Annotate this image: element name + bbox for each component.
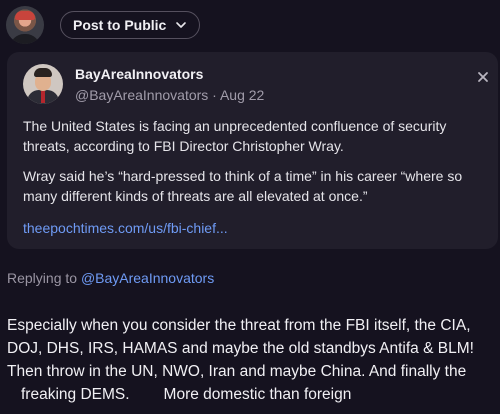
avatar-cap xyxy=(15,11,35,20)
close-icon[interactable] xyxy=(476,70,490,84)
compose-reply-screen: Post to Public BayAreaInnovators @BayAre… xyxy=(0,0,500,414)
replying-to-line: Replying to @BayAreaInnovators xyxy=(7,270,214,286)
chevron-down-icon xyxy=(176,22,187,28)
quoted-post-card[interactable]: BayAreaInnovators @BayAreaInnovators · A… xyxy=(7,52,498,249)
replying-to-mention[interactable]: @BayAreaInnovators xyxy=(81,270,214,286)
quoted-author-name[interactable]: BayAreaInnovators xyxy=(75,66,203,82)
avatar-shirt xyxy=(10,34,40,44)
quoted-author-handle[interactable]: @BayAreaInnovators xyxy=(75,87,208,103)
quoted-post-paragraph: The United States is facing an unprecede… xyxy=(23,118,447,154)
quoted-author-avatar[interactable] xyxy=(23,64,63,104)
reply-text-line: Then throw in the UN, NWO, Iran and mayb… xyxy=(7,363,467,380)
quoted-post-link[interactable]: theepochtimes.com/us/fbi-chief... xyxy=(23,220,228,236)
audience-label: Post to Public xyxy=(73,17,167,33)
avatar-hair xyxy=(34,68,52,77)
avatar-tie xyxy=(41,91,45,103)
audience-selector-button[interactable]: Post to Public xyxy=(60,11,201,39)
replying-prefix: Replying to xyxy=(7,270,78,286)
quoted-author-meta: @BayAreaInnovators · Aug 22 xyxy=(75,87,264,103)
reply-text-line: Especially when you consider the threat … xyxy=(7,317,471,334)
reply-text-area[interactable]: Especially when you consider the threat … xyxy=(7,314,497,406)
reply-text-line: freaking DEMS. More domestic than foreign xyxy=(7,383,497,406)
reply-text-fragment: freaking DEMS. xyxy=(21,386,130,403)
reply-text-line: DOJ, DHS, IRS, HAMAS and maybe the old s… xyxy=(7,340,474,357)
quoted-post-date: Aug 22 xyxy=(219,87,265,103)
meta-separator: · xyxy=(212,87,217,103)
user-avatar[interactable] xyxy=(6,6,44,44)
reply-text-fragment: More domestic than foreign xyxy=(163,386,352,403)
quoted-post-paragraph: Wray said he’s “hard-pressed to think of… xyxy=(23,168,463,204)
